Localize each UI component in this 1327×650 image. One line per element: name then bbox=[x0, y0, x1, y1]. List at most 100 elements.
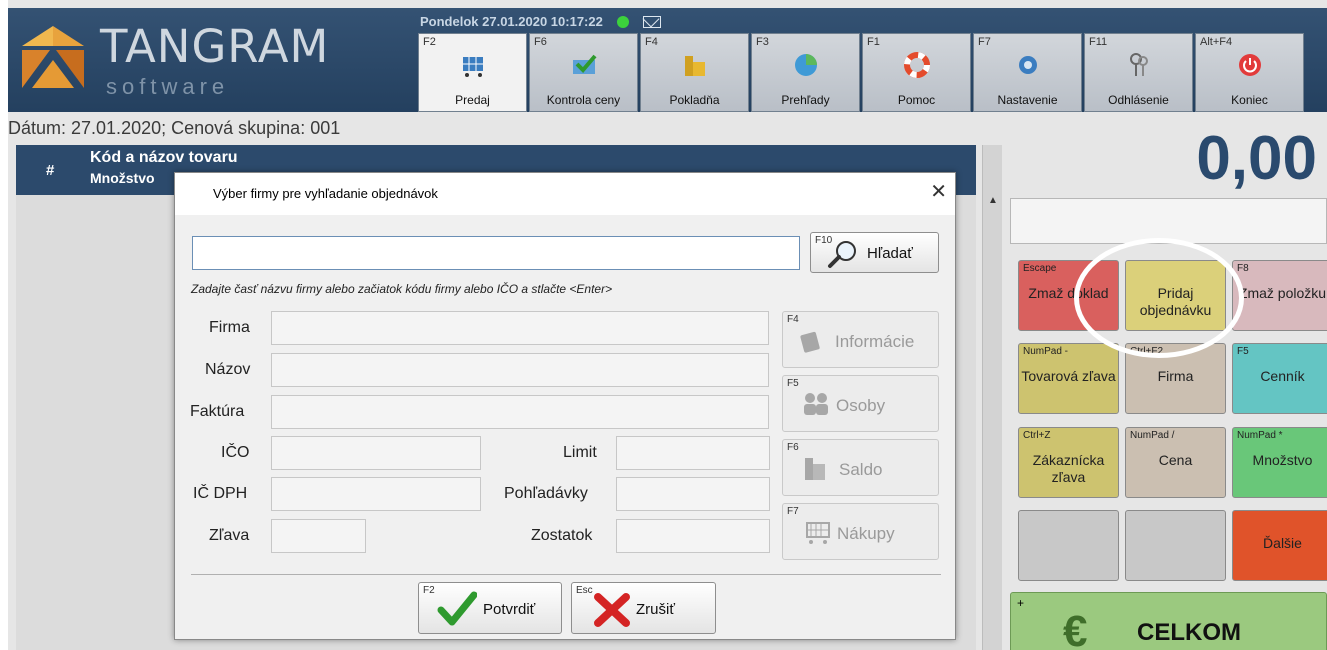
online-status-icon bbox=[616, 15, 629, 28]
scroll-up-icon[interactable]: ▲ bbox=[985, 195, 1001, 213]
label-ico: IČO bbox=[221, 444, 250, 461]
field-faktura bbox=[271, 395, 769, 429]
label-limit: Limit bbox=[563, 444, 597, 461]
tile-key: Escape bbox=[1023, 263, 1057, 274]
cancel-label: Zrušiť bbox=[636, 601, 675, 618]
field-nazov bbox=[271, 353, 769, 387]
menu-key: F2 bbox=[423, 36, 436, 48]
field-zlava bbox=[271, 519, 366, 553]
label-pohladavky: Pohľadávky bbox=[504, 485, 588, 502]
magnifier-icon bbox=[828, 241, 856, 268]
tangram-logo-icon bbox=[22, 26, 84, 88]
dialog-titlebar: Výber firmy pre vyhľadanie objednávok ✕ bbox=[175, 173, 955, 215]
search-button[interactable]: F10 Hľadať bbox=[810, 232, 939, 273]
purchases-button[interactable]: F7 Nákupy bbox=[782, 503, 939, 560]
search-hint: Zadajte časť názvu firmy alebo začiatok … bbox=[191, 282, 613, 296]
menu-key: Alt+F4 bbox=[1200, 36, 1233, 48]
action-tile[interactable] bbox=[1125, 510, 1226, 581]
info-label: Informácie bbox=[835, 332, 915, 351]
gear-icon bbox=[1019, 56, 1037, 74]
company-search-dialog: Výber firmy pre vyhľadanie objednávok ✕ … bbox=[174, 172, 956, 640]
highlight-circle bbox=[1074, 238, 1244, 358]
persons-button[interactable]: F5 Osoby bbox=[782, 375, 939, 432]
items-scrollbar[interactable]: ▲ bbox=[982, 145, 1002, 650]
pie-chart-icon bbox=[795, 54, 817, 76]
search-button-label: Hľadať bbox=[867, 245, 913, 262]
action-tile[interactable]: Ďalšie bbox=[1232, 510, 1327, 581]
total-button[interactable]: + € CELKOM bbox=[1010, 592, 1327, 650]
menu-kontrola-ceny-button[interactable]: F6 Kontrola ceny bbox=[529, 33, 638, 112]
menu-predaj-button[interactable]: F2 Predaj bbox=[418, 33, 527, 112]
brand-name: TANGRAM bbox=[100, 20, 330, 73]
total-key: + bbox=[1017, 596, 1025, 610]
action-tile[interactable]: NumPad / Cena bbox=[1125, 427, 1226, 498]
info-line: Dátum: 27.01.2020; Cenová skupina: 001 bbox=[8, 118, 341, 138]
menu-nastavenie-button[interactable]: F7 Nastavenie bbox=[973, 33, 1082, 112]
total-label: CELKOM bbox=[1137, 619, 1241, 646]
tile-key: NumPad - bbox=[1023, 346, 1069, 357]
red-x-icon bbox=[594, 593, 630, 627]
action-tile[interactable] bbox=[1018, 510, 1119, 581]
field-ico bbox=[271, 436, 481, 470]
keys-icon bbox=[1130, 53, 1148, 76]
label-zostatok: Zostatok bbox=[531, 527, 593, 544]
checkmark-icon bbox=[437, 591, 477, 626]
menu-pomoc-button[interactable]: F1 Pomoc bbox=[862, 33, 971, 112]
menu-key: F7 bbox=[978, 36, 991, 48]
action-tile[interactable]: Ctrl+Z Zákaznícka zľava bbox=[1018, 427, 1119, 498]
menu-pokladňa-button[interactable]: F4 Pokladňa bbox=[640, 33, 749, 112]
menu-odhlásenie-button[interactable]: F11 Odhlásenie bbox=[1084, 33, 1193, 112]
purchases-key: F7 bbox=[787, 506, 799, 517]
persons-label: Osoby bbox=[836, 396, 886, 415]
tile-label: Firma bbox=[1157, 368, 1194, 384]
header: TANGRAM software Pondelok 27.01.2020 10:… bbox=[8, 8, 1327, 112]
menu-key: F3 bbox=[756, 36, 769, 48]
lifebuoy-icon bbox=[904, 52, 930, 78]
confirm-key: F2 bbox=[423, 585, 435, 596]
cash-register-icon bbox=[685, 56, 705, 76]
menu-key: F11 bbox=[1089, 36, 1108, 48]
field-zostatok bbox=[616, 519, 770, 553]
company-search-input[interactable] bbox=[192, 236, 800, 270]
saldo-key: F6 bbox=[787, 442, 799, 453]
info-button[interactable]: F4 Informácie bbox=[782, 311, 939, 368]
power-icon bbox=[1239, 54, 1261, 76]
saldo-label: Saldo bbox=[839, 460, 883, 479]
dialog-title: Výber firmy pre vyhľadanie objednávok bbox=[213, 186, 438, 201]
confirm-label: Potvrdiť bbox=[483, 601, 536, 618]
confirm-button[interactable]: F2 Potvrdiť bbox=[418, 582, 562, 634]
field-icdph bbox=[271, 477, 481, 511]
menu-key: F1 bbox=[867, 36, 880, 48]
price-check-icon bbox=[573, 54, 597, 74]
brand-subtitle: software bbox=[106, 74, 230, 99]
tile-key: NumPad / bbox=[1130, 430, 1175, 441]
action-tile[interactable]: NumPad * Množstvo bbox=[1232, 427, 1327, 498]
column-item-code: Kód a názov tovaru bbox=[90, 149, 238, 166]
tile-key: F5 bbox=[1237, 346, 1249, 357]
menu-label: Koniec bbox=[1231, 93, 1268, 107]
action-tile[interactable]: F5 Cenník bbox=[1232, 343, 1327, 414]
menu-label: Odhlásenie bbox=[1108, 93, 1169, 107]
cancel-button[interactable]: Esc Zrušiť bbox=[571, 582, 716, 634]
mail-icon[interactable] bbox=[642, 15, 661, 28]
menu-koniec-button[interactable]: Alt+F4 Koniec bbox=[1195, 33, 1304, 112]
dialog-separator bbox=[191, 574, 941, 575]
cancel-key: Esc bbox=[576, 585, 593, 596]
cash-register-icon bbox=[805, 458, 825, 480]
persons-icon bbox=[804, 393, 828, 415]
menu-label: Prehľady bbox=[781, 93, 830, 107]
action-tile[interactable]: NumPad - Tovarová zľava bbox=[1018, 343, 1119, 414]
tile-label: Ďalšie bbox=[1263, 535, 1302, 551]
label-nazov: Názov bbox=[205, 361, 251, 378]
cart-icon bbox=[463, 57, 483, 77]
tile-key: F8 bbox=[1237, 263, 1249, 274]
close-icon[interactable]: ✕ bbox=[930, 179, 947, 204]
saldo-button[interactable]: F6 Saldo bbox=[782, 439, 939, 496]
menu-prehľady-button[interactable]: F3 Prehľady bbox=[751, 33, 860, 112]
barcode-input[interactable] bbox=[1010, 198, 1327, 244]
label-firma: Firma bbox=[209, 319, 250, 336]
app-window: TANGRAM software Pondelok 27.01.2020 10:… bbox=[8, 0, 1327, 650]
action-tile[interactable]: F8 Zmaž položku bbox=[1232, 260, 1327, 331]
menu-key: F6 bbox=[534, 36, 547, 48]
tile-label: Zmaž položku bbox=[1238, 285, 1327, 301]
